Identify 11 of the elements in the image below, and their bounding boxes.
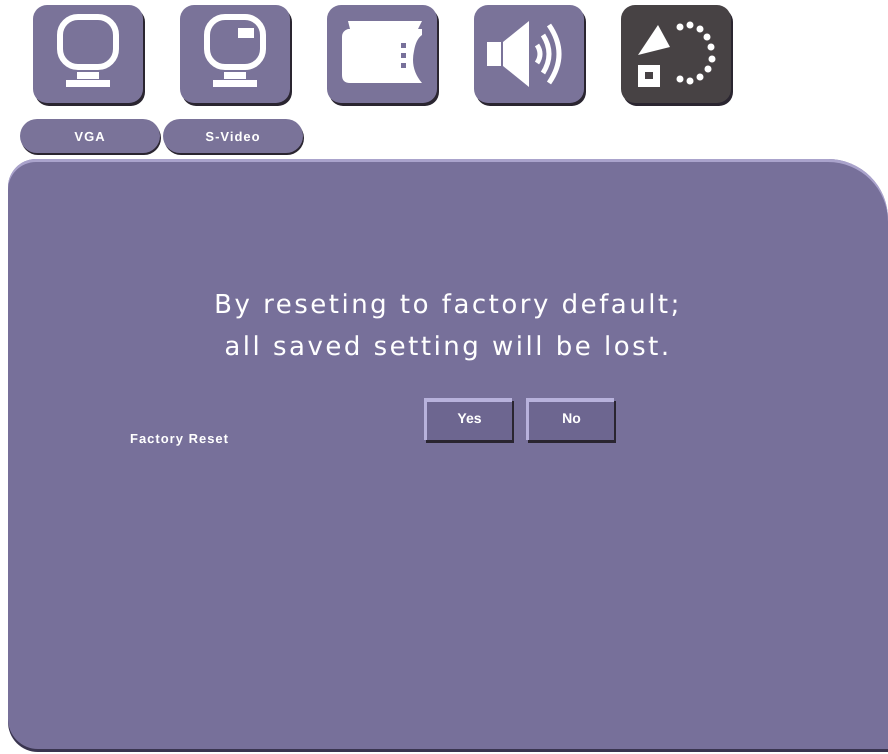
source-tab[interactable]: S-Video xyxy=(163,119,303,153)
menu-tab[interactable] xyxy=(621,5,731,103)
menu-tab[interactable] xyxy=(327,5,437,103)
menu-tab[interactable] xyxy=(33,5,143,103)
setting-label: Factory Reset xyxy=(130,431,230,446)
dialog-button[interactable]: Yes xyxy=(424,398,512,440)
warning-message: By reseting to factory default; all saved setting will be lost. xyxy=(214,289,682,364)
source-tab[interactable]: VGA xyxy=(20,119,160,153)
menu-tab[interactable] xyxy=(180,5,290,103)
menu-tab[interactable] xyxy=(474,5,584,103)
dialog-button[interactable]: No xyxy=(526,398,614,440)
